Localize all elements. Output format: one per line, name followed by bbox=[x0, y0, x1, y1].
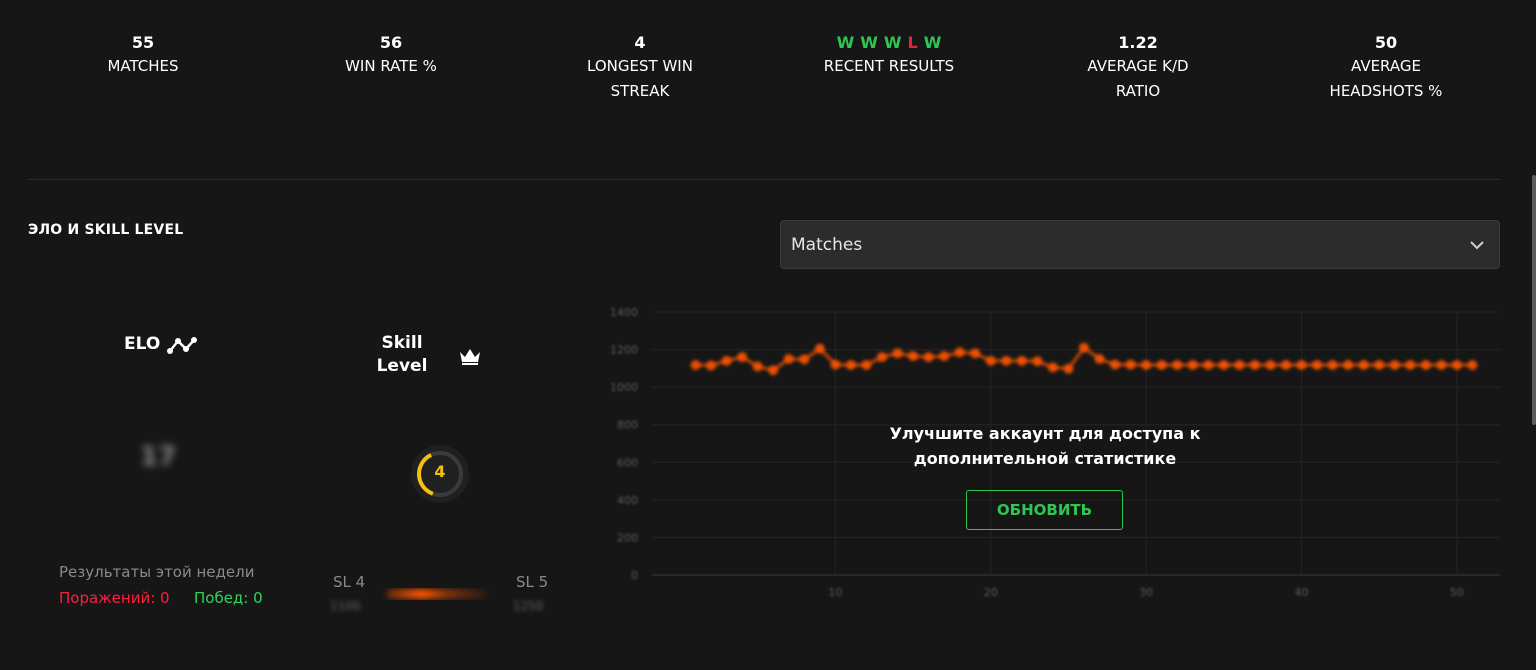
elo-data-point bbox=[752, 361, 763, 372]
upgrade-button[interactable]: ОБНОВИТЬ bbox=[966, 490, 1123, 530]
elo-data-point bbox=[877, 352, 887, 363]
elo-data-point bbox=[830, 359, 841, 370]
elo-data-point bbox=[1467, 359, 1478, 370]
y-tick-label: 200 bbox=[617, 531, 638, 544]
y-tick-label: 1200 bbox=[610, 344, 638, 357]
elo-data-point bbox=[1203, 359, 1214, 370]
elo-data-point bbox=[1218, 359, 1229, 370]
elo-data-point bbox=[1141, 359, 1152, 370]
elo-data-point bbox=[1094, 353, 1105, 364]
elo-data-point bbox=[1327, 359, 1338, 370]
elo-data-point bbox=[1172, 359, 1183, 370]
elo-data-point bbox=[1281, 359, 1291, 370]
elo-data-point bbox=[799, 354, 810, 365]
elo-data-point bbox=[1001, 355, 1012, 366]
elo-data-point bbox=[1265, 359, 1276, 370]
x-tick-label: 30 bbox=[1139, 586, 1153, 599]
elo-data-point bbox=[1110, 359, 1121, 370]
elo-data-point bbox=[1156, 359, 1167, 370]
elo-data-point bbox=[1312, 359, 1323, 370]
elo-data-point bbox=[1389, 359, 1400, 370]
elo-data-point bbox=[1436, 359, 1447, 370]
elo-data-point bbox=[706, 360, 717, 371]
y-tick-label: 1400 bbox=[610, 306, 638, 319]
x-tick-label: 40 bbox=[1295, 586, 1309, 599]
elo-data-point bbox=[861, 359, 872, 370]
elo-data-point bbox=[1405, 359, 1416, 370]
y-tick-label: 800 bbox=[617, 419, 638, 432]
x-tick-label: 50 bbox=[1450, 586, 1464, 599]
elo-data-point bbox=[1079, 342, 1089, 353]
elo-data-point bbox=[985, 355, 996, 366]
elo-data-point bbox=[923, 352, 934, 363]
elo-data-point bbox=[908, 351, 919, 362]
upgrade-message: Улучшите аккаунт для доступа к дополните… bbox=[889, 424, 1201, 468]
elo-data-point bbox=[1125, 359, 1136, 370]
elo-data-point bbox=[690, 359, 701, 370]
elo-data-point bbox=[1016, 355, 1027, 366]
y-tick-label: 1000 bbox=[610, 381, 638, 394]
elo-data-point bbox=[1187, 359, 1198, 370]
elo-data-point bbox=[814, 343, 825, 354]
elo-data-point bbox=[1358, 359, 1369, 370]
elo-data-point bbox=[845, 359, 856, 370]
elo-data-point bbox=[954, 347, 965, 358]
y-tick-label: 400 bbox=[617, 494, 638, 507]
elo-data-point bbox=[737, 352, 748, 363]
x-tick-label: 20 bbox=[984, 586, 998, 599]
elo-data-point bbox=[1451, 359, 1462, 370]
elo-data-point bbox=[1234, 359, 1245, 370]
elo-history-chart: 0 200 400 600 800 1000 1200 1400 10 20 30 40 50 bbox=[610, 306, 1500, 599]
elo-data-point bbox=[939, 351, 950, 362]
elo-data-point bbox=[1420, 359, 1431, 370]
scrollbar[interactable] bbox=[1532, 175, 1536, 425]
elo-data-point bbox=[1047, 362, 1058, 373]
elo-data-point bbox=[1343, 359, 1354, 370]
elo-data-point bbox=[1249, 359, 1260, 370]
elo-data-point bbox=[892, 348, 903, 359]
elo-data-point bbox=[1374, 359, 1385, 370]
elo-data-point bbox=[970, 348, 981, 359]
elo-data-point bbox=[1296, 359, 1307, 370]
elo-data-point bbox=[721, 355, 732, 366]
elo-data-point bbox=[783, 353, 794, 364]
elo-data-point bbox=[1063, 363, 1074, 374]
x-tick-label: 10 bbox=[828, 586, 842, 599]
y-tick-label: 600 bbox=[617, 456, 638, 469]
y-tick-label: 0 bbox=[631, 569, 638, 582]
elo-data-point bbox=[768, 365, 779, 376]
elo-data-point bbox=[1032, 356, 1043, 367]
